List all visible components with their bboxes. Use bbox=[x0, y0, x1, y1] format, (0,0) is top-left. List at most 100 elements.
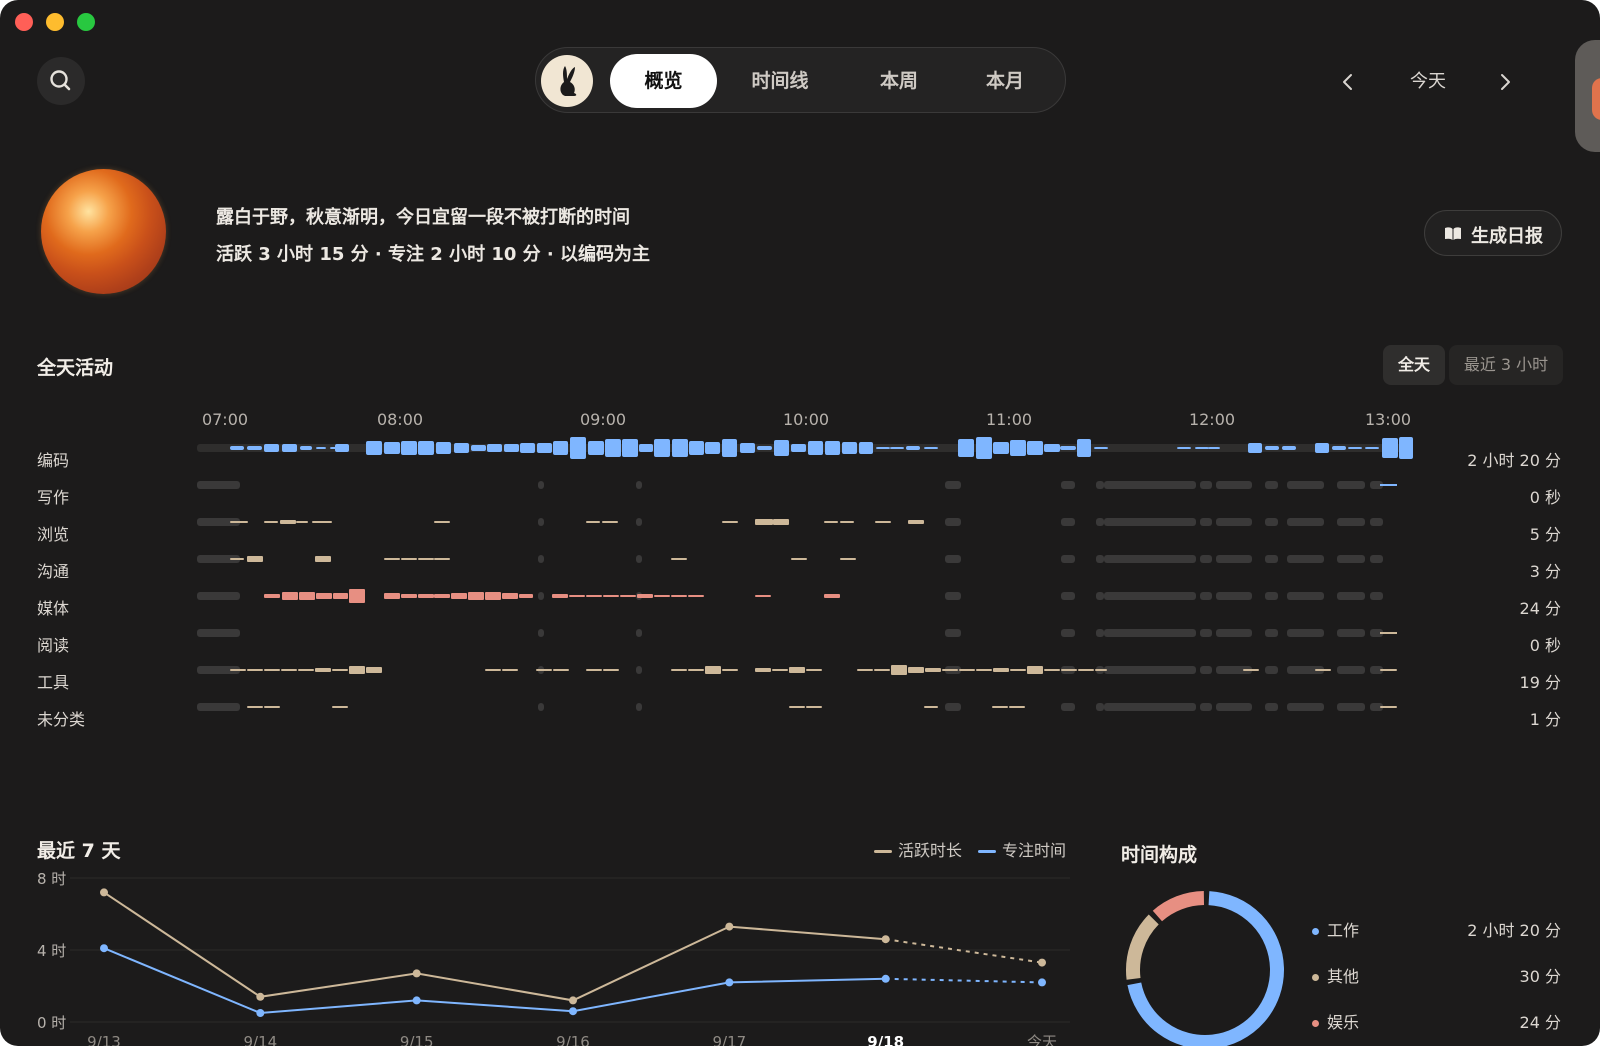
data-point bbox=[569, 1007, 577, 1016]
tools-activity-block bbox=[705, 666, 721, 674]
coding-activity-block bbox=[384, 442, 400, 454]
side-panel-indicator bbox=[1592, 78, 1600, 120]
other-dot-icon bbox=[1312, 974, 1319, 981]
tab-overview[interactable]: 概览 bbox=[610, 54, 717, 108]
communication-activity-block bbox=[671, 558, 687, 560]
media-activity-block bbox=[755, 595, 771, 597]
idle-segment bbox=[1337, 666, 1365, 674]
idle-segment bbox=[1337, 518, 1365, 526]
close-window-button[interactable] bbox=[15, 13, 33, 31]
coding-activity-block bbox=[300, 446, 312, 450]
idle-segment bbox=[1370, 592, 1383, 600]
tab-month[interactable]: 本月 bbox=[958, 54, 1052, 108]
hour-label: 07:00 bbox=[201, 410, 249, 429]
idle-segment bbox=[1265, 666, 1278, 674]
coding-activity-block bbox=[1348, 447, 1362, 449]
tools-activity-block bbox=[1095, 669, 1107, 671]
zoom-window-button[interactable] bbox=[77, 13, 95, 31]
data-point bbox=[412, 969, 421, 978]
current-date-label[interactable]: 今天 bbox=[1398, 60, 1458, 104]
coding-activity-block bbox=[264, 444, 279, 452]
coding-activity-block bbox=[1060, 446, 1076, 450]
range-all-day[interactable]: 全天 bbox=[1383, 345, 1445, 385]
donut-slice bbox=[1152, 891, 1205, 922]
browsing-activity-block bbox=[230, 521, 248, 523]
donut-slice bbox=[1127, 891, 1284, 1046]
media-activity-block bbox=[451, 593, 467, 599]
idle-segment bbox=[1200, 481, 1212, 489]
composition-item-other: 其他 bbox=[1312, 963, 1359, 987]
week-chart-title: 最近 7 天 bbox=[37, 840, 121, 862]
book-icon bbox=[1445, 227, 1461, 240]
tools-activity-block bbox=[230, 669, 246, 671]
week-line-chart[interactable]: 8 时 4 时 0 时 9/13 9/14 9/15 9/16 9/17 9/18 今天 bbox=[0, 860, 1090, 1046]
uncategorized-activity-block bbox=[264, 706, 280, 708]
uncategorized-activity-block bbox=[992, 706, 1008, 708]
hour-label: 10:00 bbox=[782, 410, 830, 429]
coding-activity-block bbox=[958, 439, 974, 457]
idle-segment bbox=[197, 592, 240, 600]
x-tick-label: 9/14 bbox=[243, 1033, 277, 1046]
idle-segment bbox=[945, 592, 961, 600]
media-activity-block bbox=[468, 592, 484, 600]
rabbit-avatar-icon[interactable] bbox=[541, 55, 593, 107]
activity-timeline[interactable] bbox=[0, 430, 1600, 730]
media-activity-block bbox=[824, 594, 840, 598]
range-last-3-hours[interactable]: 最近 3 小时 bbox=[1449, 345, 1563, 385]
tools-activity-block bbox=[1380, 669, 1397, 671]
idle-segment bbox=[538, 629, 544, 637]
media-activity-block bbox=[688, 595, 704, 597]
series-forecast-line bbox=[885, 938, 1043, 964]
browsing-activity-block bbox=[312, 521, 332, 523]
media-activity-block bbox=[418, 594, 434, 598]
coding-activity-block bbox=[1010, 440, 1026, 456]
tools-activity-block bbox=[247, 669, 263, 671]
media-activity-block bbox=[654, 595, 670, 597]
tab-week[interactable]: 本周 bbox=[852, 54, 946, 108]
idle-segment bbox=[1216, 703, 1252, 711]
idle-segment bbox=[538, 518, 544, 526]
coding-activity-block bbox=[622, 439, 638, 457]
uncategorized-activity-block bbox=[1380, 706, 1397, 708]
search-button[interactable] bbox=[37, 57, 85, 105]
idle-segment bbox=[1096, 592, 1104, 600]
data-point bbox=[725, 922, 734, 931]
coding-activity-block bbox=[316, 447, 326, 449]
idle-segment bbox=[1104, 518, 1196, 526]
minimize-window-button[interactable] bbox=[46, 13, 64, 31]
tools-activity-block bbox=[891, 665, 907, 675]
tools-activity-block bbox=[993, 668, 1009, 672]
x-tick-label: 9/13 bbox=[87, 1033, 121, 1046]
idle-segment bbox=[1200, 666, 1212, 674]
coding-activity-block bbox=[1177, 447, 1191, 449]
idle-segment bbox=[1287, 555, 1324, 563]
series-line bbox=[103, 947, 886, 1015]
idle-segment bbox=[1096, 629, 1104, 637]
browsing-activity-block bbox=[875, 521, 891, 523]
communication-activity-block bbox=[384, 558, 400, 560]
hour-label: 08:00 bbox=[376, 410, 424, 429]
previous-day-button[interactable] bbox=[1330, 60, 1366, 104]
generate-report-label: 生成日报 bbox=[1471, 226, 1543, 247]
coding-activity-block bbox=[418, 441, 434, 455]
sun-illustration bbox=[41, 169, 166, 294]
tools-activity-block bbox=[1027, 666, 1043, 674]
idle-segment bbox=[1287, 629, 1324, 637]
next-day-button[interactable] bbox=[1487, 60, 1523, 104]
coding-activity-block bbox=[230, 446, 244, 450]
coding-activity-block bbox=[639, 444, 653, 452]
tools-activity-block bbox=[942, 669, 958, 671]
idle-segment bbox=[636, 518, 642, 526]
coding-activity-block bbox=[859, 442, 873, 454]
generate-report-button[interactable]: 生成日报 bbox=[1424, 210, 1562, 256]
idle-segment bbox=[1265, 555, 1278, 563]
composition-donut-chart[interactable] bbox=[1110, 878, 1300, 1046]
coding-activity-block bbox=[282, 444, 297, 452]
tools-activity-block bbox=[688, 669, 704, 671]
tab-timeline[interactable]: 时间线 bbox=[733, 54, 827, 108]
tools-activity-block bbox=[366, 667, 382, 673]
idle-segment bbox=[1337, 703, 1365, 711]
media-activity-block bbox=[485, 592, 501, 600]
tools-activity-block bbox=[1315, 669, 1331, 671]
coding-activity-block bbox=[553, 441, 568, 455]
